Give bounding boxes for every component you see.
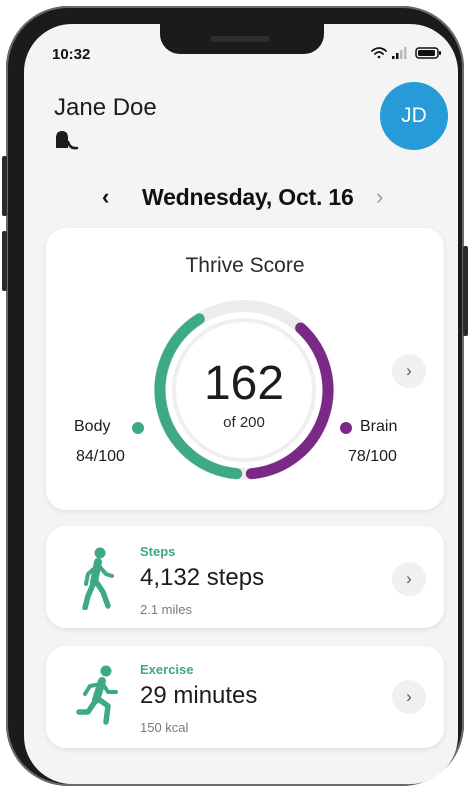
hearing-aid-icon (56, 131, 79, 150)
volume-up-button (2, 156, 7, 216)
status-time: 10:32 (52, 46, 91, 63)
signal-icon (392, 47, 407, 59)
steps-card[interactable]: Steps 4,132 steps 2.1 miles › (46, 526, 444, 628)
steps-value: 4,132 steps (140, 564, 265, 591)
thrive-score-card[interactable]: Thrive Score 162 of 200 Body 84/100 Brai… (46, 228, 444, 510)
exercise-card[interactable]: Exercise 29 minutes 150 kcal › (46, 646, 444, 748)
exercise-details-button[interactable]: › (392, 680, 426, 714)
previous-day-button[interactable]: ‹ (102, 184, 109, 210)
exercise-kicker: Exercise (140, 662, 194, 677)
battery-icon (415, 47, 441, 59)
thrive-details-button[interactable]: › (392, 354, 426, 388)
wifi-icon (371, 47, 387, 59)
brain-value: 78/100 (348, 448, 397, 465)
phone-frame: 10:32 Jane Doe JD ‹ Wednesday, Oct. 16 ›… (2, 6, 468, 786)
avatar[interactable]: JD (380, 82, 448, 150)
brain-dot (340, 422, 352, 434)
status-icons (371, 47, 441, 59)
steps-distance: 2.1 miles (140, 602, 193, 617)
power-button (463, 246, 468, 336)
running-person-icon (76, 665, 118, 725)
current-date: Wednesday, Oct. 16 (142, 184, 354, 210)
speaker (210, 36, 270, 42)
date-navigator: ‹ Wednesday, Oct. 16 › (24, 184, 458, 214)
brain-label: Brain (360, 418, 398, 435)
steps-details-button[interactable]: › (392, 562, 426, 596)
next-day-button[interactable]: › (376, 184, 383, 210)
thrive-score-title: Thrive Score (185, 254, 305, 277)
thrive-score-max: of 200 (223, 414, 265, 431)
app-screen: 10:32 Jane Doe JD ‹ Wednesday, Oct. 16 ›… (24, 24, 458, 784)
body-value: 84/100 (76, 448, 125, 465)
body-label: Body (74, 418, 111, 435)
walking-person-icon (82, 547, 114, 610)
thrive-score-value: 162 (203, 357, 285, 410)
exercise-value: 29 minutes (140, 682, 258, 709)
notch (160, 24, 324, 54)
exercise-calories: 150 kcal (140, 720, 189, 735)
volume-down-button (2, 231, 7, 291)
steps-kicker: Steps (140, 544, 176, 559)
body-dot (132, 422, 144, 434)
user-name: Jane Doe (54, 94, 157, 121)
